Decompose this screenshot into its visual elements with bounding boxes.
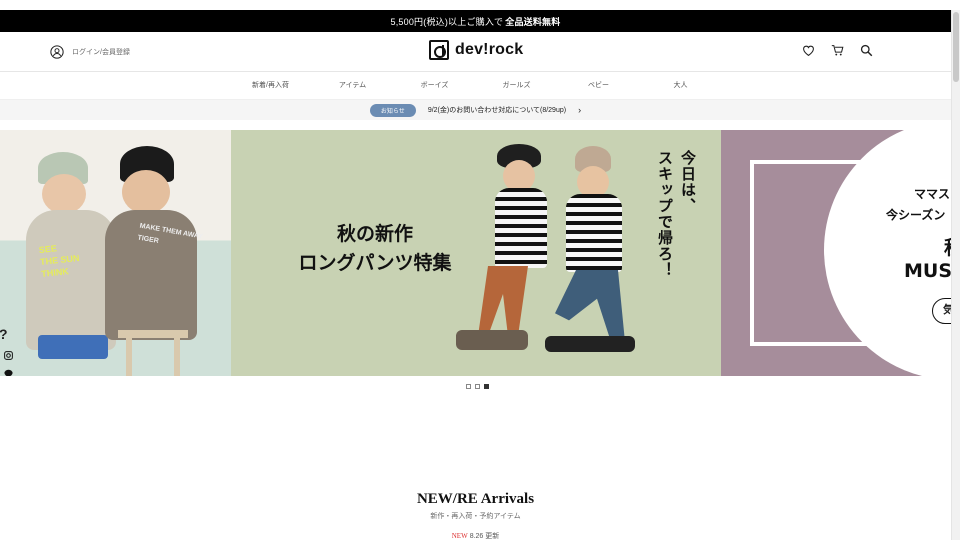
nav-item-items[interactable]: アイテム [312,72,394,99]
header-actions [802,44,873,57]
nav-item-boys[interactable]: ボーイズ [394,72,476,99]
arrivals-title: NEW/RE Arrivals [416,491,535,507]
top-strip [0,0,960,10]
promo-strong-text: 全品送料無料 [505,16,561,27]
hero-right-line2: 今シーズン [886,208,946,222]
main-nav: 新着/再入荷 アイテム ボーイズ ガールズ ベビー 大人 [0,72,951,100]
nav-item-adult[interactable]: 大人 [640,72,722,99]
hero-right-copy: ママス 今シーズン 秋 MUS [880,185,951,282]
arrivals-subtitle: 新作・再入荷・予約アイテム [430,513,521,520]
update-text: 8.26 更新 [469,533,500,540]
hero-vertical-text-1: 今日は、 [679,150,697,214]
notice-badge: お知らせ [369,103,416,117]
stool-image [118,330,188,376]
kid-shirt-image [26,210,116,350]
site-header: ログイン/会員登録 dev!rock [0,32,951,72]
carousel-indicators [466,384,489,389]
hero-right-line3: 秋 [944,233,951,260]
kid-striped-shirt-image-2 [566,194,622,272]
kid-head-image [42,174,86,214]
nav-item-baby[interactable]: ベビー [558,72,640,99]
login-link[interactable]: ログイン/会員登録 [50,45,130,59]
cart-icon[interactable] [831,44,844,57]
hero-right-line4: MUS [904,260,951,282]
brand-wordmark: dev!rock [455,41,524,58]
chevron-right-icon: › [578,105,582,115]
shirt-print-text: SEE THE SUN THINK [38,243,80,279]
hero-carousel[interactable]: SEE THE SUN THINK MAKE THEM AWAY TIGER 秋… [0,130,951,376]
logo-mark-icon [429,40,449,60]
carousel-dot-3[interactable] [484,384,489,389]
promo-banner[interactable]: 5,500円(税込)以上ご購入で 全品送料無料 [0,10,951,32]
login-label: ログイン/会員登録 [72,49,130,56]
help-icon[interactable]: ? [0,326,13,342]
line-icon[interactable] [4,369,13,376]
hero-right-button[interactable]: 気 [932,298,951,324]
instagram-icon[interactable] [4,351,13,360]
user-icon [50,45,64,59]
hero-title: 秋の新作 ロングパンツ特集 [290,220,460,278]
social-links: ? [0,326,13,376]
carousel-dot-2[interactable] [475,384,480,389]
notice-text[interactable]: 9/2(金)のお問い合わせ対応について(8/29up) [428,105,566,115]
brand-logo[interactable]: dev!rock [429,40,523,60]
hero-slide-left[interactable]: SEE THE SUN THINK MAKE THEM AWAY TIGER [0,130,231,376]
kid-striped-shirt-image [495,188,547,268]
notice-bar[interactable]: お知らせ 9/2(金)のお問い合わせ対応について(8/29up) › [0,100,951,120]
hero-right-line1: ママス [914,187,951,201]
promo-text: 5,500円(税込)以上ご購入で [390,16,504,27]
arrivals-update: NEW 8.26 更新 [0,531,951,540]
kid-sneakers-image [545,336,635,352]
kid-boots-image [456,330,528,350]
new-label: NEW [451,532,468,540]
kid-head-image-2 [122,170,170,214]
heart-icon[interactable] [802,44,815,57]
page-scrollbar[interactable] [951,10,960,540]
kid-skirt-image [38,335,108,359]
carousel-dot-1[interactable] [466,384,471,389]
nav-item-new[interactable]: 新着/再入荷 [230,72,312,99]
hero-title-line2: ロングパンツ特集 [298,252,452,274]
hero-title-line1: 秋の新作 [336,223,413,245]
scrollbar-thumb[interactable] [953,12,959,82]
search-icon[interactable] [860,44,873,57]
nav-item-girls[interactable]: ガールズ [476,72,558,99]
hero-vertical-text-2: スキップで帰ろ！ [656,150,674,278]
